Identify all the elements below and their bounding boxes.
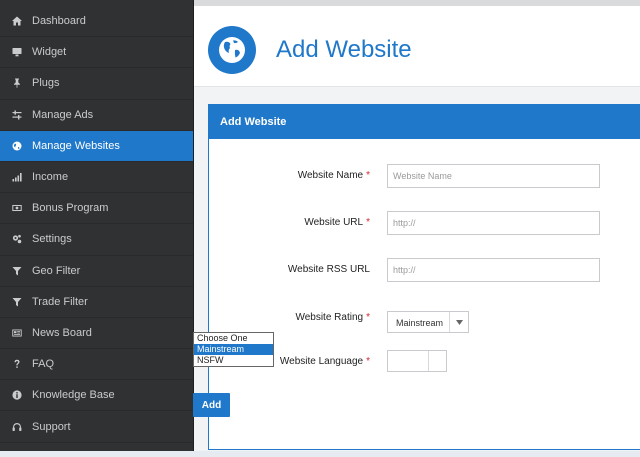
globe-icon xyxy=(208,26,256,74)
sidebar-item-label: Manage Ads xyxy=(32,108,94,121)
website-name-input[interactable] xyxy=(387,164,600,188)
sidebar-item-label: Widget xyxy=(32,46,67,59)
sidebar-item-manage-ads[interactable]: Manage Ads xyxy=(0,100,193,131)
website-language-label: Website Language * xyxy=(279,356,370,367)
sidebar-item-income[interactable]: Income xyxy=(0,162,193,194)
sidebar-nav: Dashboard Widget Plugs Manage Ads Manage… xyxy=(0,6,193,443)
sidebar-item-label: Bonus Program xyxy=(32,202,109,215)
cogs-icon xyxy=(10,234,24,244)
sidebar-item-dashboard[interactable]: Dashboard xyxy=(0,6,193,38)
add-button[interactable]: Add xyxy=(193,393,230,417)
sidebar-item-geo-filter[interactable]: Geo Filter xyxy=(0,256,193,287)
website-name-label: Website Name * xyxy=(297,170,370,181)
website-url-input[interactable] xyxy=(387,211,600,235)
website-rss-url-input[interactable] xyxy=(387,258,600,282)
page-header: Add Website xyxy=(194,6,640,87)
sidebar-item-settings[interactable]: Settings xyxy=(0,224,193,256)
dropdown-option[interactable]: NSFW xyxy=(194,355,273,366)
website-rss-url-row: Website RSS URL xyxy=(208,258,640,282)
sidebar-item-label: Geo Filter xyxy=(32,264,81,277)
bottom-strip xyxy=(0,451,640,457)
sidebar: Dashboard Widget Plugs Manage Ads Manage… xyxy=(0,0,194,457)
sidebar-item-plugs[interactable]: Plugs xyxy=(0,68,193,100)
sidebar-item-label: Income xyxy=(32,171,69,184)
pushpin-icon xyxy=(10,78,24,89)
info-circle-icon xyxy=(10,390,24,400)
page-title: Add Website xyxy=(276,36,412,63)
sidebar-item-bonus-program[interactable]: Bonus Program xyxy=(0,193,193,225)
sidebar-item-label: Trade Filter xyxy=(32,295,88,308)
filter-icon xyxy=(10,297,24,307)
sidebar-item-label: Dashboard xyxy=(32,15,86,28)
website-rating-dropdown: Choose One Mainstream NSFW xyxy=(193,332,274,367)
headphones-icon xyxy=(10,422,24,432)
sidebar-item-faq[interactable]: FAQ xyxy=(0,349,193,381)
bar-chart-icon xyxy=(10,172,24,182)
newspaper-icon xyxy=(10,328,24,338)
question-icon xyxy=(10,359,24,369)
dropdown-option[interactable]: Choose One xyxy=(194,333,273,344)
sidebar-item-manage-websites[interactable]: Manage Websites xyxy=(0,130,193,162)
sidebar-item-widget[interactable]: Widget xyxy=(0,37,193,69)
desktop-icon xyxy=(10,47,24,57)
website-language-select[interactable] xyxy=(387,350,447,372)
chevron-down-icon[interactable] xyxy=(449,312,468,332)
sidebar-item-support[interactable]: Support xyxy=(0,411,193,443)
sidebar-item-news-board[interactable]: News Board xyxy=(0,318,193,350)
sidebar-item-label: FAQ xyxy=(32,358,55,371)
dropdown-option-highlighted[interactable]: Mainstream xyxy=(194,344,273,355)
money-icon xyxy=(10,203,24,213)
sidebar-item-trade-filter[interactable]: Trade Filter xyxy=(0,287,193,318)
website-rating-label: Website Rating * xyxy=(295,312,370,323)
filter-icon xyxy=(10,266,24,276)
sidebar-item-label: Settings xyxy=(32,233,72,246)
website-rating-selected-value: Mainstream xyxy=(396,318,444,328)
sidebar-item-label: Plugs xyxy=(32,77,60,90)
website-rating-select[interactable]: Mainstream xyxy=(387,311,469,333)
sliders-icon xyxy=(10,110,24,120)
panel-heading: Add Website xyxy=(209,105,640,139)
website-url-row: Website URL * xyxy=(208,211,640,235)
globe-icon xyxy=(10,141,24,151)
home-icon xyxy=(10,16,24,26)
sidebar-item-label: Knowledge Base xyxy=(32,389,115,402)
sidebar-item-label: Manage Websites xyxy=(32,139,120,152)
select-divider xyxy=(428,351,429,371)
sidebar-item-knowledge-base[interactable]: Knowledge Base xyxy=(0,380,193,412)
website-name-row: Website Name * xyxy=(208,164,640,188)
website-rss-url-label: Website RSS URL xyxy=(287,264,370,275)
sidebar-item-label: News Board xyxy=(32,326,92,339)
sidebar-item-label: Support xyxy=(32,420,71,433)
website-url-label: Website URL * xyxy=(304,217,370,228)
